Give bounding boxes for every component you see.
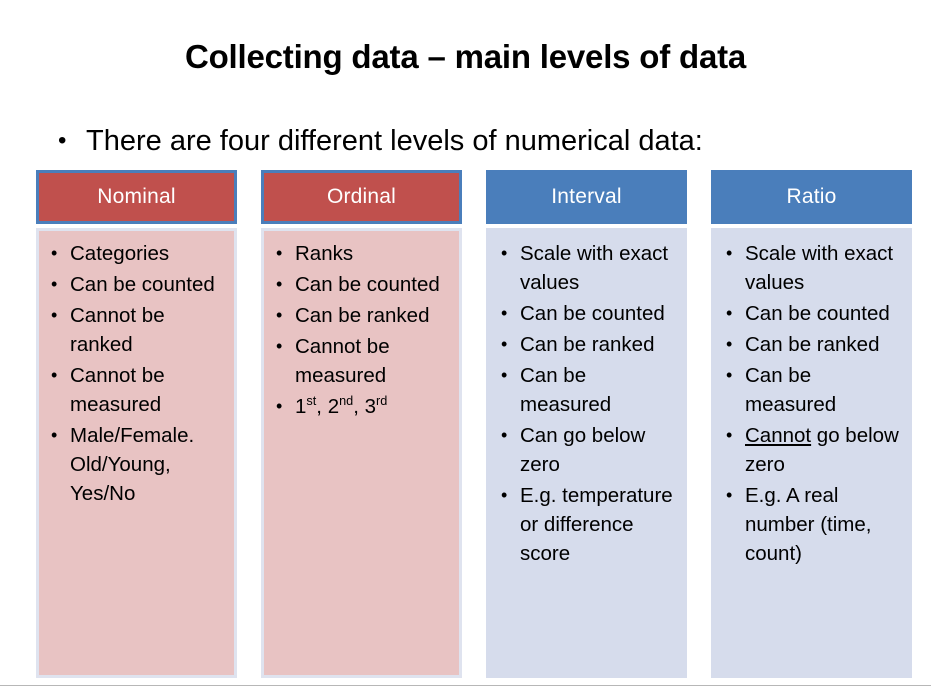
column-header-ratio: Ratio — [711, 170, 912, 224]
column-body-ratio: Scale with exact valuesCan be countedCan… — [711, 228, 912, 678]
list-item: Can be counted — [718, 299, 903, 328]
data-level-column-ratio: Ratio Scale with exact valuesCan be count… — [711, 170, 912, 678]
subtitle-text: There are four different levels of numer… — [86, 125, 703, 157]
subtitle-bullet-row: • There are four different levels of num… — [50, 122, 900, 160]
list-item: E.g. temperature or difference score — [493, 481, 678, 568]
bottom-divider — [0, 685, 931, 686]
column-body-interval: Scale with exact valuesCan be countedCan… — [486, 228, 687, 678]
list-item: Can be ranked — [493, 330, 678, 359]
data-level-column-nominal: NominalCategoriesCan be countedCannot be… — [36, 170, 237, 678]
column-body-nominal: CategoriesCan be countedCannot be ranked… — [36, 228, 237, 678]
list-item: Scale with exact values — [718, 239, 903, 297]
data-level-column-interval: Interval Scale with exact valuesCan be co… — [486, 170, 687, 678]
column-header-interval: Interval — [486, 170, 687, 224]
list-item: 1st, 2nd, 3rd — [268, 392, 453, 421]
list-item: Can be measured — [493, 361, 678, 419]
list-item: Ranks — [268, 239, 453, 268]
list-item: Can go below zero — [493, 421, 678, 479]
bullet-icon: • — [58, 127, 67, 154]
list-item: Can be counted — [43, 270, 228, 299]
list-item: Male/Female. Old/Young, Yes/No — [43, 421, 228, 508]
list-item: Scale with exact values — [493, 239, 678, 297]
column-body-ordinal: RanksCan be countedCan be rankedCannot b… — [261, 228, 462, 678]
column-header-ordinal: Ordinal — [261, 170, 462, 224]
list-item: E.g. A real number (time, count) — [718, 481, 903, 568]
slide: Collecting data – main levels of data • … — [0, 0, 931, 692]
data-level-column-ordinal: Ordinal RanksCan be countedCan be rankedC… — [261, 170, 462, 678]
bullet-list: Scale with exact valuesCan be countedCan… — [718, 239, 903, 568]
levels-of-data-columns: NominalCategoriesCan be countedCannot be… — [36, 170, 912, 678]
bullet-list: Scale with exact valuesCan be countedCan… — [493, 239, 678, 568]
list-item: Cannot be measured — [43, 361, 228, 419]
list-item: Can be counted — [493, 299, 678, 328]
list-item: Cannot be ranked — [43, 301, 228, 359]
page-title: Collecting data – main levels of data — [184, 38, 747, 75]
list-item: Cannot go below zero — [718, 421, 903, 479]
list-item: Can be ranked — [718, 330, 903, 359]
bullet-list: RanksCan be countedCan be rankedCannot b… — [268, 239, 453, 421]
column-header-nominal: Nominal — [36, 170, 237, 224]
list-item: Can be ranked — [268, 301, 453, 330]
list-item: Cannot be measured — [268, 332, 453, 390]
bullet-list: CategoriesCan be countedCannot be ranked… — [43, 239, 228, 508]
list-item: Can be counted — [268, 270, 453, 299]
list-item: Categories — [43, 239, 228, 268]
list-item: Can be measured — [718, 361, 903, 419]
